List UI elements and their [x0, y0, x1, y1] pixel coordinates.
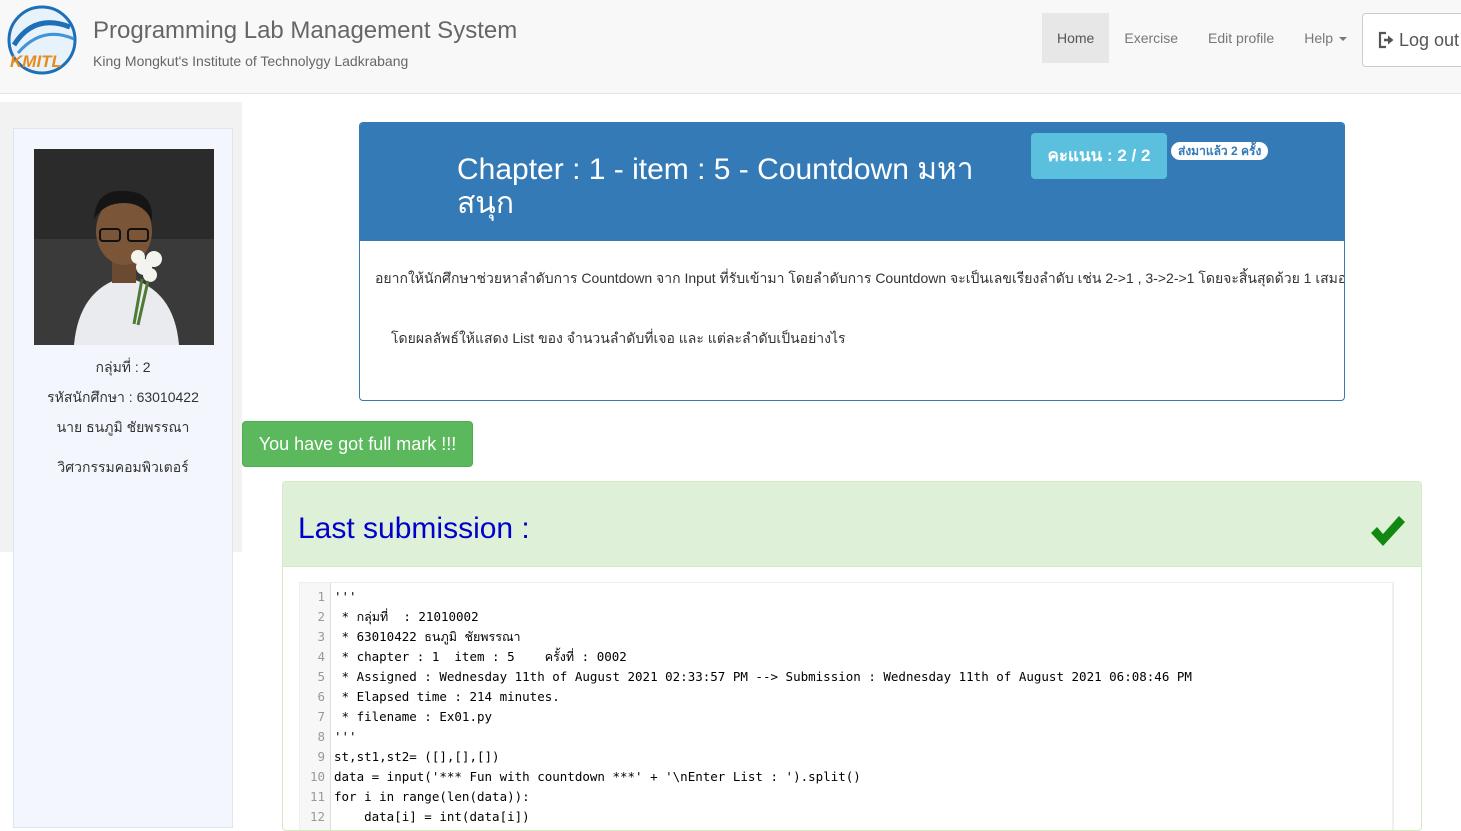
code-viewer[interactable]: 1 ''' 2 * กลุ่มที่ : 21010002 3 * 63010422 … [299, 582, 1394, 830]
problem-description-line-1: อยากให้นักศึกษาช่วยหาลำดับการ Countdown … [375, 270, 1345, 286]
line-number: 3 [317, 629, 325, 644]
main-nav: Home Exercise Edit profile Help [1042, 13, 1362, 63]
nav-help-label: Help [1304, 30, 1333, 46]
last-submission-title: Last submission : [298, 512, 530, 545]
problem-panel-header: Chapter : 1 - item : 5 - Countdown มหาสน… [360, 123, 1344, 241]
caret-down-icon [1339, 37, 1347, 42]
code-text: * chapter : 1 item : 5 ครั้งที่ : 0002 [334, 649, 627, 664]
line-number: 9 [317, 749, 325, 764]
problem-panel: Chapter : 1 - item : 5 - Countdown มหาสน… [359, 122, 1345, 401]
submission-count-badge: ส่งมาแล้ว 2 ครั้ง [1171, 142, 1269, 160]
app-subtitle: King Mongkut's Institute of Technolygy L… [93, 53, 409, 69]
code-text: data[i] = int(data[i]) [334, 809, 530, 824]
logo-text: KMITL [10, 52, 62, 71]
student-group: กลุ่มที่ : 2 [95, 359, 151, 375]
code-text: * Assigned : Wednesday 11th of August 20… [334, 669, 1192, 684]
line-number: 12 [309, 809, 325, 824]
code-text: data = input('*** Fun with countdown ***… [334, 769, 861, 784]
nav-exercise[interactable]: Exercise [1109, 13, 1193, 63]
last-submission-panel: Last submission : 1 ''' 2 * กลุ่มที่ : 210… [282, 481, 1422, 831]
code-text: * กลุ่มที่ : 21010002 [334, 609, 479, 624]
nav-edit-profile[interactable]: Edit profile [1193, 13, 1289, 63]
student-major: วิศวกรรมคอมพิวเตอร์ [57, 459, 189, 475]
navbar: KMITL Programming Lab Management System … [0, 0, 1461, 94]
line-number: 6 [317, 689, 325, 704]
student-name: นาย ธนภูมิ ชัยพรรณา [56, 419, 190, 435]
student-id: รหัสนักศึกษา : 63010422 [47, 389, 199, 405]
logout-label: Log out [1399, 30, 1460, 50]
line-number: 7 [317, 709, 325, 724]
app-title[interactable]: Programming Lab Management System [93, 17, 517, 45]
line-number: 10 [309, 769, 325, 784]
kmitl-logo[interactable]: KMITL [4, 5, 80, 75]
code-scrollbar[interactable] [1392, 583, 1393, 830]
code-text: * filename : Ex01.py [334, 709, 493, 724]
code-text: * Elapsed time : 214 minutes. [334, 689, 560, 704]
logout-button[interactable]: Log out [1362, 13, 1461, 67]
logout-icon [1378, 31, 1394, 49]
line-number: 4 [317, 649, 325, 664]
line-number: 5 [317, 669, 325, 684]
line-number: 2 [317, 609, 325, 624]
student-profile-card: กลุ่มที่ : 2 รหัสนักศึกษา : 63010422 นาย… [13, 128, 233, 828]
problem-description-line-2: โดยผลลัพธ์ให้แสดง List ของ จำนวนลำดับที่… [391, 330, 846, 346]
nav-help[interactable]: Help [1289, 13, 1362, 63]
full-mark-button[interactable]: You have got full mark !!! [242, 421, 473, 467]
line-number: 11 [309, 789, 325, 804]
code-text: for i in range(len(data)): [334, 789, 530, 804]
last-submission-header: Last submission : [283, 482, 1421, 567]
code-text: ''' [334, 589, 357, 604]
line-number: 8 [317, 729, 325, 744]
code-text: * 63010422 ธนภูมิ ชัยพรรณา [334, 629, 521, 644]
nav-home[interactable]: Home [1042, 13, 1110, 63]
check-icon [1371, 516, 1405, 546]
line-number: 1 [317, 589, 325, 604]
problem-title: Chapter : 1 - item : 5 - Countdown มหาสน… [457, 153, 974, 220]
code-text: st,st1,st2= ([],[],[]) [334, 749, 500, 764]
score-button[interactable]: คะแนน : 2 / 2 [1031, 133, 1167, 179]
student-photo [34, 149, 214, 345]
code-text: ''' [334, 729, 357, 744]
